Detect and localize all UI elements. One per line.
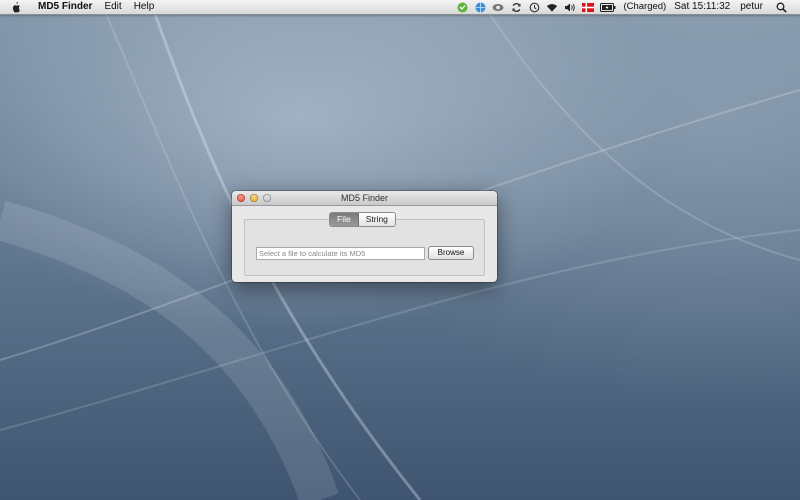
tab-bar: File String — [329, 212, 396, 227]
spotlight-search-icon[interactable] — [775, 1, 787, 13]
wifi-icon[interactable] — [546, 1, 558, 13]
eye-icon[interactable] — [492, 1, 504, 13]
browse-button[interactable]: Browse — [428, 246, 474, 260]
file-path-input[interactable] — [256, 247, 425, 260]
evernote-icon[interactable] — [456, 1, 468, 13]
window-title: MD5 Finder — [340, 193, 388, 203]
apple-icon[interactable] — [11, 0, 23, 14]
time-machine-icon[interactable] — [528, 1, 540, 13]
tab-file[interactable]: File — [330, 213, 359, 226]
user-name[interactable]: petur — [734, 0, 767, 14]
menu-edit[interactable]: Edit — [98, 0, 127, 14]
menu-app-name[interactable]: MD5 Finder — [31, 0, 98, 14]
battery-icon[interactable] — [600, 1, 616, 13]
battery-status-text[interactable]: (Charged) — [619, 0, 670, 14]
sync-icon[interactable] — [510, 1, 522, 13]
title-bar[interactable]: MD5 Finder — [232, 191, 497, 206]
sync-globe-icon[interactable] — [474, 1, 486, 13]
tab-string[interactable]: String — [358, 213, 395, 226]
window-content: File String Browse — [232, 206, 497, 282]
desktop: MD5 Finder Edit Help (Charged) Sat 15:11… — [0, 0, 800, 500]
md5-finder-window: MD5 Finder File String Browse — [232, 191, 497, 282]
menu-bar: MD5 Finder Edit Help (Charged) Sat 15:11… — [0, 0, 800, 15]
clock[interactable]: Sat 15:11:32 — [670, 0, 734, 14]
danish-flag-icon[interactable] — [582, 1, 595, 13]
volume-icon[interactable] — [564, 1, 576, 13]
menu-help[interactable]: Help — [128, 0, 161, 14]
